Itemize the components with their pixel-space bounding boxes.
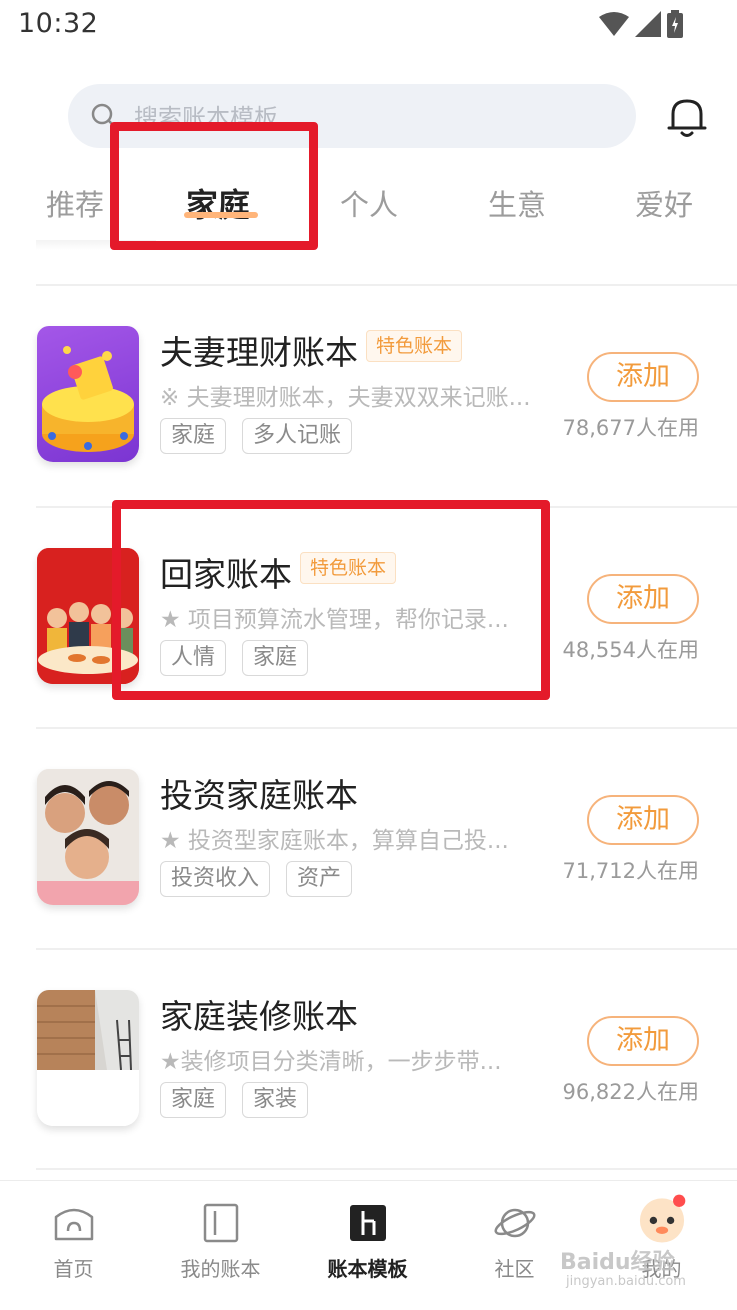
tag: 多人记账 [242, 418, 353, 454]
tab-recommend[interactable]: 推荐 [46, 182, 104, 224]
item-title: 夫妻理财账本 [160, 333, 358, 372]
list-item[interactable]: 夫妻理财账本 特色账本 ※ 夫妻理财账本，夫妻双双来记账... 家庭 多人记账 … [0, 286, 737, 506]
bell-icon[interactable] [664, 94, 710, 140]
wifi-icon [599, 12, 629, 36]
status-icons [599, 10, 683, 38]
nav-home[interactable]: 首页 [0, 1181, 147, 1310]
add-button[interactable]: 添加 [587, 574, 699, 624]
watermark: Baidu经验 [560, 1250, 675, 1275]
book-icon [203, 1203, 238, 1243]
divider [36, 1168, 737, 1170]
list-item[interactable]: 投资家庭账本 ★ 投资型家庭账本，算算自己投... 投资收入 资产 添加 71,… [0, 729, 737, 949]
signal-icon [635, 11, 661, 37]
avatar-icon [639, 1194, 685, 1243]
item-tags: 家庭 多人记账 [160, 418, 353, 454]
add-button[interactable]: 添加 [587, 352, 699, 402]
item-description: ★装修项目分类清晰，一步步带... [160, 1049, 502, 1075]
tag: 资产 [286, 861, 353, 897]
home-icon [54, 1208, 93, 1241]
highlight-box-home-ledger [112, 500, 550, 700]
tag: 家庭 [160, 418, 227, 454]
tag: 家装 [242, 1082, 309, 1118]
watermark-url: jingyan.baidu.com [566, 1274, 686, 1289]
nav-my-books[interactable]: 我的账本 [147, 1181, 294, 1310]
item-description: ★ 投资型家庭账本，算算自己投... [160, 828, 509, 854]
user-count: 71,712人在用 [562, 859, 699, 883]
thumbnail-brick-wall [37, 990, 139, 1126]
item-description: ※ 夫妻理财账本，夫妻双双来记账... [160, 385, 531, 411]
template-icon [349, 1205, 386, 1241]
status-bar: 10:32 [0, 0, 737, 52]
tab-hobby[interactable]: 爱好 [635, 182, 693, 224]
item-title: 投资家庭账本 [160, 776, 358, 815]
tab-business[interactable]: 生意 [488, 182, 546, 224]
item-tags: 投资收入 资产 [160, 861, 353, 897]
highlight-box-family-tab [110, 122, 318, 250]
featured-badge: 特色账本 [366, 330, 463, 362]
list-item[interactable]: 家庭装修账本 ★装修项目分类清晰，一步步带... 家庭 家装 添加 96,822… [0, 950, 737, 1170]
nav-label: 账本模板 [327, 1257, 408, 1281]
status-time: 10:32 [18, 8, 99, 39]
tag: 投资收入 [160, 861, 271, 897]
user-count: 48,554人在用 [562, 638, 699, 662]
planet-icon [493, 1208, 536, 1238]
item-tags: 家庭 家装 [160, 1082, 309, 1118]
item-title: 家庭装修账本 [160, 997, 358, 1036]
add-button[interactable]: 添加 [587, 1016, 699, 1066]
thumbnail-purple-cake [37, 326, 139, 462]
nav-label: 我的账本 [180, 1257, 261, 1281]
battery-icon [667, 10, 683, 38]
nav-templates[interactable]: 账本模板 [294, 1181, 441, 1310]
tag: 家庭 [160, 1082, 227, 1118]
tab-personal[interactable]: 个人 [340, 182, 398, 224]
nav-label: 首页 [53, 1257, 94, 1281]
thumbnail-family-photo [37, 769, 139, 905]
user-count: 78,677人在用 [562, 416, 699, 440]
user-count: 96,822人在用 [562, 1080, 699, 1104]
add-button[interactable]: 添加 [587, 795, 699, 845]
